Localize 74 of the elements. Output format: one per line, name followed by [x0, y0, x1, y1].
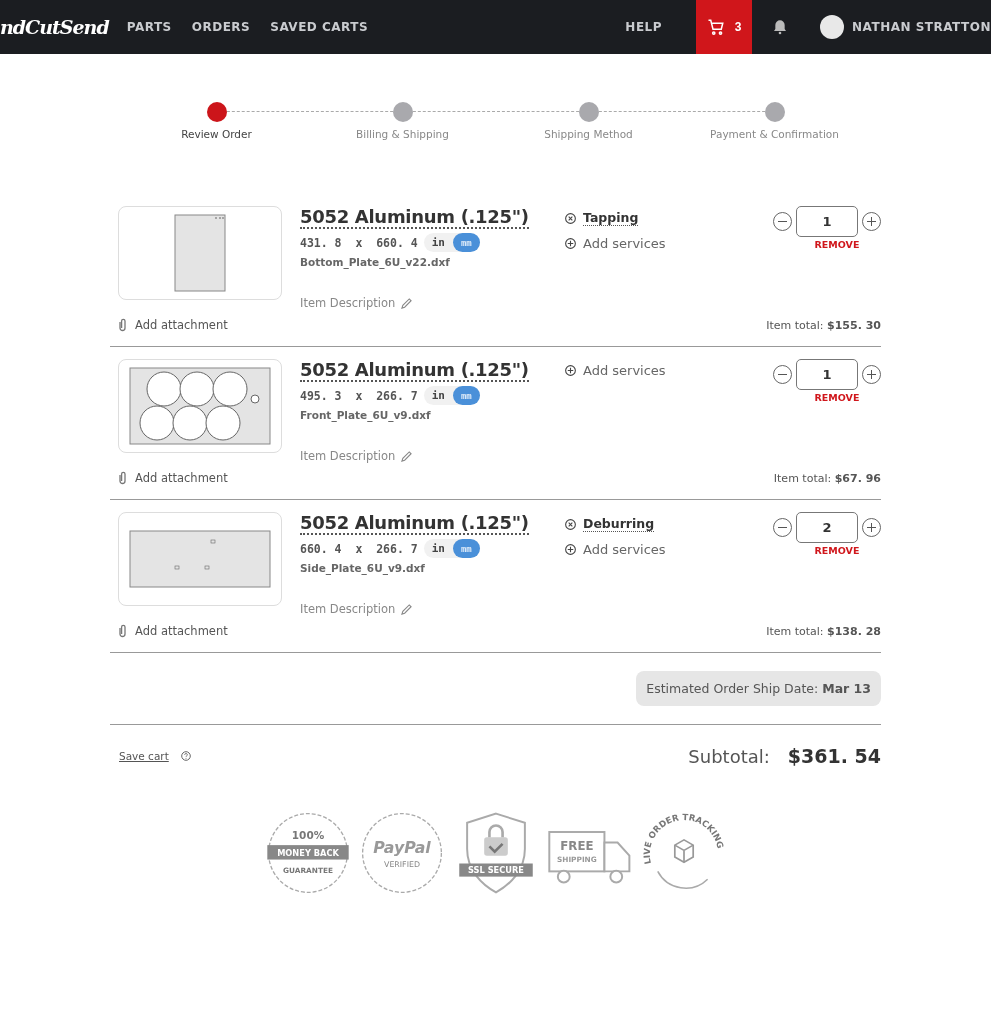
step-label: Review Order: [181, 128, 252, 140]
help-link[interactable]: HELP: [625, 20, 663, 34]
cart-button[interactable]: 3: [696, 0, 753, 54]
add-attachment-link[interactable]: Add attachment: [118, 318, 300, 332]
quantity-field[interactable]: 1: [796, 206, 858, 237]
item-total: Item total: $67. 96: [773, 472, 881, 485]
paperclip-icon: [118, 471, 127, 485]
item-description-link[interactable]: Item Description: [300, 602, 565, 616]
guarantee-seal: 100% MONEY BACK GUARANTEE: [265, 811, 350, 895]
item-total: Item total: $138. 28: [766, 625, 881, 638]
increase-button[interactable]: [862, 518, 881, 537]
item-total: Item total: $155. 30: [766, 319, 881, 332]
quantity-field[interactable]: 2: [796, 512, 858, 543]
unit-toggle[interactable]: in: [423, 233, 453, 252]
add-attachment-link[interactable]: Add attachment: [118, 471, 300, 485]
avatar[interactable]: [820, 15, 845, 39]
material-title[interactable]: 5052 Aluminum (.125"): [300, 512, 529, 535]
step-label: Payment & Confirmation: [710, 128, 839, 140]
cart-icon: [706, 18, 725, 36]
file-name: Bottom_Plate_6U_v22.dxf: [300, 256, 451, 268]
plus-icon: [867, 523, 876, 532]
close-circle-icon: [565, 518, 576, 530]
dimensions: 431. 8 x 660. 4: [300, 235, 418, 250]
user-name[interactable]: NATHAN STRATTON: [852, 20, 991, 34]
material-title[interactable]: 5052 Aluminum (.125"): [300, 206, 529, 229]
plus-icon: [867, 370, 876, 379]
item-description-link[interactable]: Item Description: [300, 296, 565, 310]
add-services-link[interactable]: Add services: [565, 542, 666, 557]
step-label: Shipping Method: [544, 128, 633, 140]
logo[interactable]: ndCutSend: [0, 16, 109, 38]
step-label: Billing & Shipping: [356, 128, 449, 140]
remove-link[interactable]: REMOVE: [814, 545, 860, 556]
increase-button[interactable]: [862, 212, 881, 231]
free-shipping-truck: FREE SHIPPING: [547, 811, 632, 895]
nav-link[interactable]: SAVED CARTS: [270, 20, 369, 34]
unit-toggle[interactable]: in: [423, 386, 453, 405]
subtotal-value: $361. 54: [787, 745, 881, 767]
plus-icon: [867, 217, 876, 226]
remove-link[interactable]: REMOVE: [814, 239, 860, 250]
decrease-button[interactable]: [773, 518, 792, 537]
plus-circle-icon: [565, 365, 576, 376]
decrease-button[interactable]: [773, 365, 792, 384]
add-attachment-link[interactable]: Add attachment: [118, 624, 300, 638]
material-title[interactable]: 5052 Aluminum (.125"): [300, 359, 529, 382]
add-services-link[interactable]: Add services: [565, 363, 666, 378]
file-name: Side_Plate_6U_v9.dxf: [300, 562, 426, 574]
item-description-link[interactable]: Item Description: [300, 449, 565, 463]
pencil-icon: [401, 297, 413, 309]
help-icon[interactable]: [180, 751, 191, 761]
notifications-button[interactable]: [772, 19, 789, 35]
dimensions: 495. 3 x 266. 7: [300, 388, 418, 403]
service-tag[interactable]: Deburring: [565, 516, 666, 532]
increase-button[interactable]: [862, 365, 881, 384]
plus-circle-icon: [565, 544, 576, 555]
ship-date-badge: Estimated Order Ship Date: Mar 13: [636, 671, 881, 706]
quantity-field[interactable]: 1: [796, 359, 858, 390]
plus-circle-icon: [565, 238, 576, 249]
nav-link[interactable]: ORDERS: [191, 20, 251, 34]
nav-link[interactable]: PARTS: [126, 20, 172, 34]
paperclip-icon: [118, 318, 127, 332]
decrease-button[interactable]: [773, 212, 792, 231]
paperclip-icon: [118, 624, 127, 638]
add-services-link[interactable]: Add services: [565, 236, 666, 251]
unit-toggle[interactable]: in: [423, 539, 453, 558]
service-tag[interactable]: Tapping: [565, 210, 666, 226]
remove-link[interactable]: REMOVE: [814, 392, 860, 403]
bell-icon: [772, 19, 789, 35]
close-circle-icon: [565, 212, 576, 224]
dimensions: 660. 4 x 266. 7: [300, 541, 418, 556]
file-name: Front_Plate_6U_v9.dxf: [300, 409, 432, 421]
pencil-icon: [401, 603, 413, 615]
subtotal-label: Subtotal:: [688, 746, 770, 767]
save-cart-link[interactable]: Save cart: [119, 750, 169, 762]
pencil-icon: [401, 450, 413, 462]
